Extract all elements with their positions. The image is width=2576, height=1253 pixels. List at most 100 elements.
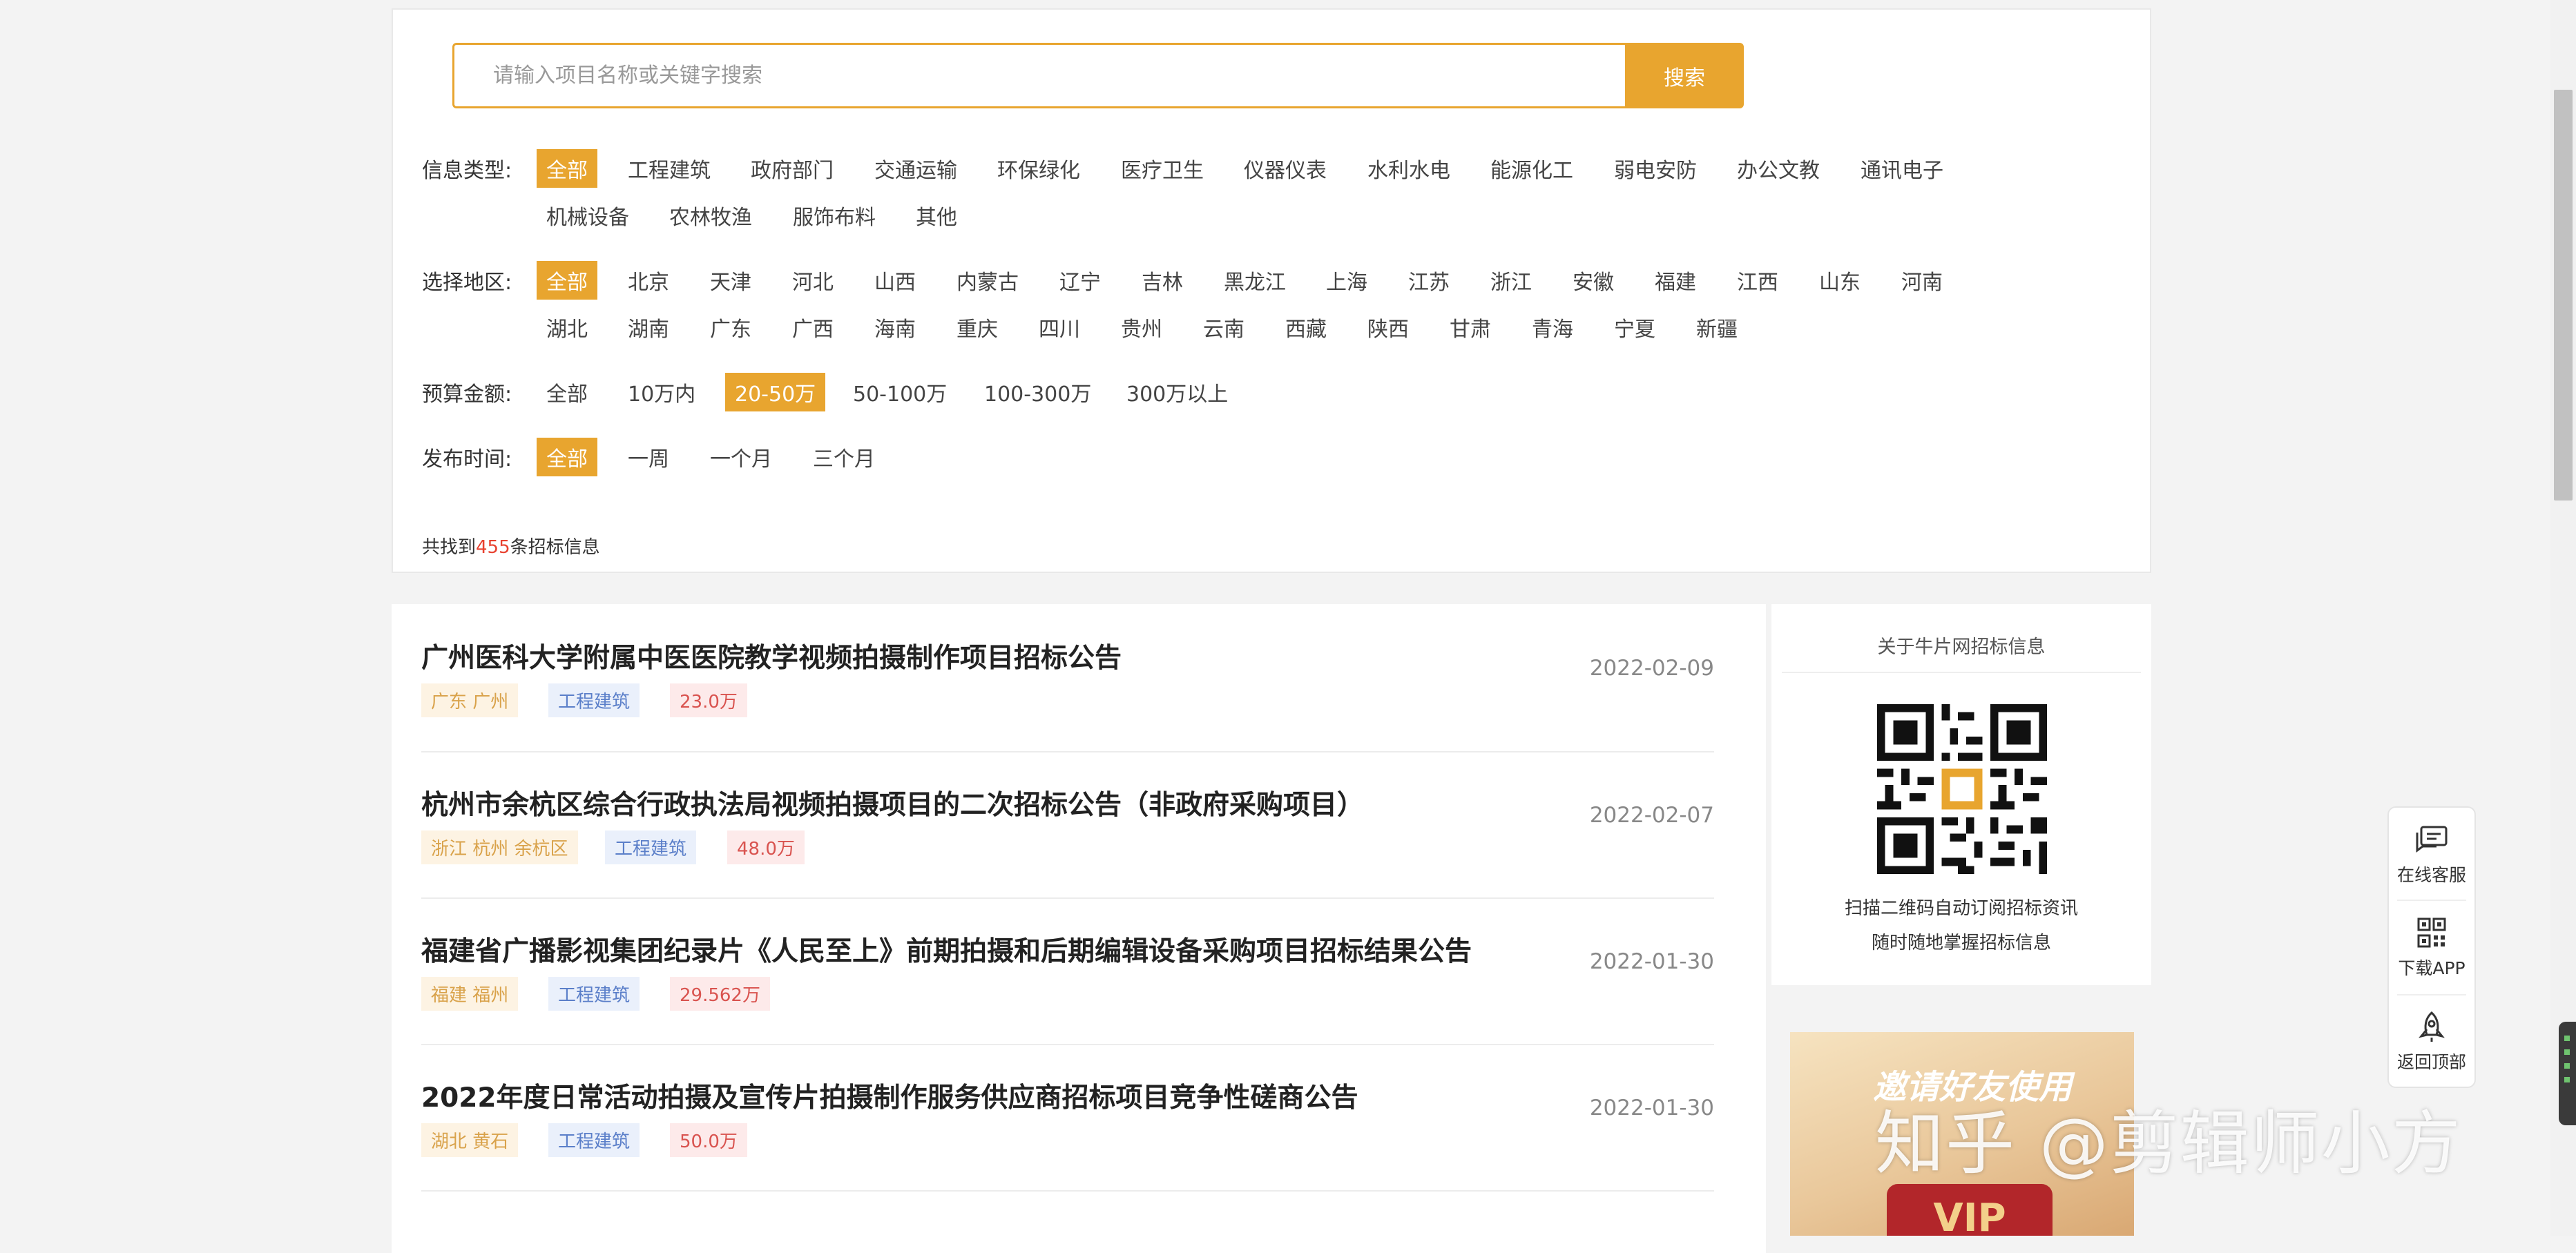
chat-icon [2416, 826, 2448, 853]
online-service-label: 在线客服 [2396, 865, 2466, 885]
budget-option[interactable]: 50-100万 [853, 377, 947, 407]
region-option[interactable]: 辽宁 [1059, 265, 1101, 295]
region-option[interactable]: 青海 [1532, 312, 1573, 342]
region-option[interactable]: 陕西 [1367, 312, 1409, 342]
edge-widget-dot [2564, 1077, 2570, 1082]
qr-caption-line1: 扫描二维码自动订阅招标资讯 [1844, 898, 2078, 919]
subscribe-divider [1782, 672, 2141, 673]
listing-title[interactable]: 广州医科大学附属中医医院教学视频拍摄制作项目招标公告 [421, 637, 1714, 675]
listing-divider [421, 751, 1714, 752]
region-option[interactable]: 河北 [792, 265, 834, 295]
info-type-option[interactable]: 政府部门 [751, 153, 834, 184]
budget-option-selected[interactable]: 20-50万 [725, 373, 826, 411]
rocket-icon [2419, 1011, 2445, 1042]
region-option[interactable]: 广西 [792, 312, 834, 342]
listing-item[interactable]: 2022年度日常活动拍摄及宣传片拍摄制作服务供应商招标项目竞争性磋商公告 202… [421, 1076, 1714, 1120]
publish-time-option[interactable]: 一周 [628, 442, 669, 472]
region-option[interactable]: 福建 [1655, 265, 1696, 295]
info-type-option[interactable]: 仪器仪表 [1244, 153, 1327, 184]
info-type-option[interactable]: 环保绿化 [997, 153, 1080, 184]
region-option[interactable]: 贵州 [1121, 312, 1162, 342]
listing-region-tag: 福建 福州 [421, 977, 519, 1011]
info-type-option[interactable]: 交通运输 [874, 153, 957, 184]
region-option[interactable]: 广东 [710, 312, 751, 342]
info-type-option[interactable]: 医疗卫生 [1121, 153, 1204, 184]
region-option[interactable]: 上海 [1326, 265, 1367, 295]
region-option[interactable]: 江苏 [1408, 265, 1450, 295]
info-type-option[interactable]: 机械设备 [546, 200, 629, 231]
info-type-option[interactable]: 工程建筑 [628, 153, 711, 184]
region-option-all[interactable]: 全部 [537, 261, 597, 300]
region-option[interactable]: 西藏 [1285, 312, 1327, 342]
listing-divider [421, 897, 1714, 899]
info-type-option[interactable]: 通讯电子 [1861, 153, 1943, 184]
region-option[interactable]: 内蒙古 [957, 265, 1019, 295]
qr-caption-line2: 随时随地掌握招标信息 [1871, 933, 2051, 953]
info-type-option[interactable]: 水利水电 [1367, 153, 1450, 184]
region-option[interactable]: 湖南 [628, 312, 669, 342]
publish-time-option[interactable]: 一个月 [710, 442, 772, 472]
publish-time-option-all[interactable]: 全部 [537, 438, 597, 476]
search-bar: 搜索 [452, 43, 1744, 108]
listing-title[interactable]: 2022年度日常活动拍摄及宣传片拍摄制作服务供应商招标项目竞争性磋商公告 [421, 1076, 1714, 1115]
budget-option[interactable]: 300万以上 [1126, 377, 1228, 407]
watermark: 知乎 @剪辑师小方 [1875, 1103, 2462, 1184]
info-type-option-all[interactable]: 全部 [537, 149, 597, 188]
budget-option[interactable]: 100-300万 [984, 377, 1091, 407]
region-option[interactable]: 吉林 [1142, 265, 1183, 295]
listing-item[interactable]: 杭州市余杭区综合行政执法局视频拍摄项目的二次招标公告（非政府采购项目） 2022… [421, 784, 1714, 828]
region-option[interactable]: 天津 [710, 265, 751, 295]
region-option[interactable]: 重庆 [957, 312, 998, 342]
region-option[interactable]: 浙江 [1490, 265, 1532, 295]
region-option[interactable]: 海南 [874, 312, 916, 342]
download-app-label: 下载APP [2398, 958, 2466, 978]
online-service-button[interactable]: 在线客服 [2389, 823, 2474, 886]
region-option[interactable]: 甘肃 [1450, 312, 1491, 342]
info-type-option[interactable]: 能源化工 [1490, 153, 1573, 184]
publish-time-option[interactable]: 三个月 [813, 442, 875, 472]
info-type-option[interactable]: 农林牧渔 [669, 200, 752, 231]
info-type-option[interactable]: 其他 [916, 200, 957, 231]
region-option[interactable]: 河南 [1901, 265, 1943, 295]
region-option[interactable]: 山西 [874, 265, 916, 295]
vip-badge: VIP [1887, 1184, 2053, 1236]
edge-widget[interactable] [2559, 1022, 2576, 1125]
region-option[interactable]: 云南 [1203, 312, 1244, 342]
region-option[interactable]: 湖北 [546, 312, 588, 342]
listing-date: 2022-02-09 [1589, 656, 1714, 681]
region-option[interactable]: 北京 [628, 265, 669, 295]
region-option[interactable]: 江西 [1737, 265, 1778, 295]
publish-time-label: 发布时间: [422, 447, 512, 472]
edge-widget-dot [2564, 1049, 2570, 1055]
region-label: 选择地区: [422, 271, 512, 295]
info-type-option[interactable]: 服饰布料 [793, 200, 876, 231]
region-option[interactable]: 黑龙江 [1224, 265, 1286, 295]
listing-item[interactable]: 福建省广播影视集团纪录片《人民至上》前期拍摄和后期编辑设备采购项目招标结果公告 … [421, 930, 1714, 974]
info-type-option[interactable]: 办公文教 [1737, 153, 1820, 184]
download-app-button[interactable]: 下载APP [2389, 916, 2474, 980]
region-option[interactable]: 宁夏 [1614, 312, 1655, 342]
search-button[interactable]: 搜索 [1625, 43, 1744, 108]
listing-category-tag: 工程建筑 [605, 831, 697, 864]
region-option[interactable]: 安徽 [1573, 265, 1614, 295]
info-type-option[interactable]: 弱电安防 [1614, 153, 1697, 184]
listing-divider [421, 1190, 1714, 1192]
listing-divider [421, 1044, 1714, 1045]
listing-category-tag: 工程建筑 [548, 977, 640, 1011]
region-option[interactable]: 四川 [1039, 312, 1080, 342]
listing-date: 2022-01-30 [1589, 949, 1714, 974]
listing-title[interactable]: 杭州市余杭区综合行政执法局视频拍摄项目的二次招标公告（非政府采购项目） [421, 784, 1714, 822]
scrollbar-thumb[interactable] [2554, 90, 2573, 501]
search-input[interactable] [452, 43, 1625, 108]
listing-title[interactable]: 福建省广播影视集团纪录片《人民至上》前期拍摄和后期编辑设备采购项目招标结果公告 [421, 930, 1714, 969]
back-to-top-button[interactable]: 返回顶部 [2389, 1010, 2474, 1074]
listing-item[interactable]: 广州医科大学附属中医医院教学视频拍摄制作项目招标公告 2022-02-09 [421, 637, 1714, 681]
region-option[interactable]: 新疆 [1696, 312, 1738, 342]
region-option[interactable]: 山东 [1819, 265, 1861, 295]
budget-option-all[interactable]: 全部 [546, 377, 588, 407]
info-type-label: 信息类型: [422, 159, 512, 183]
listing-amount-tag: 23.0万 [670, 683, 747, 717]
qr-small-icon [2417, 917, 2446, 948]
budget-option[interactable]: 10万内 [628, 377, 695, 407]
floating-toolbar: 在线客服 下载APP 返回顶部 [2387, 806, 2476, 1088]
